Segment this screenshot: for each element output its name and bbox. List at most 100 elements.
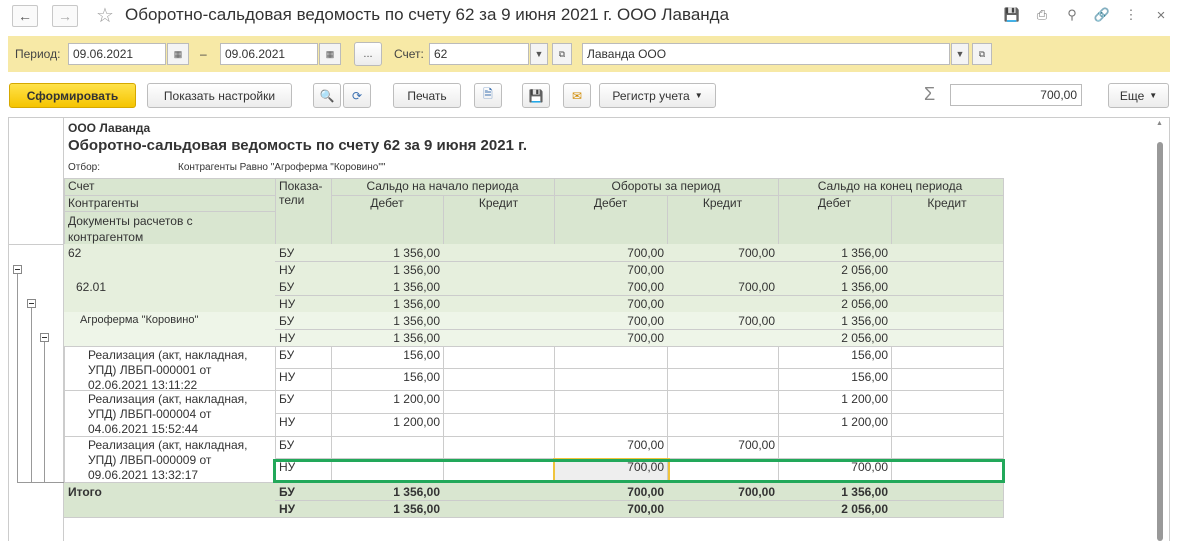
period-select-button[interactable]: ...	[354, 42, 382, 66]
value-cell[interactable]: 1 356,00	[331, 297, 443, 311]
favorite-star-icon[interactable]: ☆	[96, 3, 114, 28]
header-credit: Кредит	[702, 196, 743, 210]
value-cell[interactable]: 700,00	[554, 263, 667, 277]
save-button[interactable]: 💾	[522, 83, 550, 108]
back-button[interactable]: ←	[12, 5, 38, 27]
collapse-62-toggle[interactable]	[13, 265, 22, 274]
header-account: Счет	[68, 179, 95, 193]
value-cell[interactable]: 1 200,00	[778, 415, 891, 429]
value-cell[interactable]: 700,00	[667, 438, 778, 452]
value-cell[interactable]: 700,00	[554, 331, 667, 345]
value-cell[interactable]: 156,00	[331, 370, 443, 384]
value-cell[interactable]: 700,00	[554, 502, 667, 516]
account-input[interactable]: 62	[429, 43, 529, 65]
indicator: БУ	[279, 392, 295, 406]
value-cell[interactable]: 1 356,00	[778, 280, 891, 294]
calendar-icon: ▦	[325, 48, 335, 59]
organization-input[interactable]: Лаванда ООО	[582, 43, 950, 65]
preview-button[interactable]: 🗎	[474, 83, 502, 108]
value-cell[interactable]: 1 200,00	[331, 392, 443, 406]
ledger-dropdown-button[interactable]: Регистр учета ▼	[599, 83, 716, 108]
value-cell[interactable]: 1 356,00	[331, 263, 443, 277]
account-open-button[interactable]: ⧉	[552, 43, 572, 65]
account-dropdown-button[interactable]: ▼	[530, 43, 548, 65]
scrollbar-thumb[interactable]	[1157, 142, 1163, 541]
search-button[interactable]: 🔍	[313, 83, 341, 108]
value-cell[interactable]: 700,00	[554, 314, 667, 328]
value-cell[interactable]: 1 356,00	[778, 246, 891, 260]
value-cell[interactable]: 1 356,00	[331, 502, 443, 516]
grid-line	[64, 178, 65, 518]
value-cell[interactable]: 700,00	[667, 485, 778, 499]
value-cell[interactable]: 700,00	[554, 438, 667, 452]
row-label: 62	[68, 246, 82, 260]
row-label: Агроферма "Коровино"	[80, 314, 199, 326]
sum-field: 700,00	[950, 84, 1082, 106]
value-cell[interactable]: 2 056,00	[778, 297, 891, 311]
header-credit: Кредит	[478, 196, 519, 210]
grid-line	[9, 244, 64, 245]
grid-line	[275, 295, 1003, 296]
scroll-up-icon[interactable]: ▲	[1155, 120, 1164, 127]
indicator: НУ	[279, 331, 296, 345]
grid-line	[64, 195, 275, 196]
more-vertical-icon[interactable]: ⋮	[1122, 6, 1140, 24]
grid-line	[275, 368, 1003, 369]
show-settings-button[interactable]: Показать настройки	[147, 83, 292, 108]
more-button[interactable]: Еще ▼	[1108, 83, 1169, 108]
generate-button[interactable]: Сформировать	[9, 83, 136, 108]
value-cell[interactable]: 1 200,00	[331, 415, 443, 429]
ledger-label: Регистр учета	[612, 88, 690, 103]
date-from-input[interactable]: 09.06.2021	[68, 43, 166, 65]
value-cell[interactable]: 700,00	[667, 246, 778, 260]
value-cell[interactable]: 2 056,00	[778, 331, 891, 345]
preview-icon[interactable]: ⚲	[1063, 6, 1081, 24]
value-cell[interactable]: 700,00	[667, 314, 778, 328]
header-turnover: Обороты за период	[611, 179, 721, 193]
value-cell[interactable]: 700,00	[667, 280, 778, 294]
link-icon[interactable]: 🔗	[1093, 6, 1111, 24]
value-cell[interactable]: 1 200,00	[778, 392, 891, 406]
grid-line	[275, 261, 1003, 262]
value-cell[interactable]: 1 356,00	[331, 314, 443, 328]
value-cell[interactable]: 700,00	[554, 297, 667, 311]
value-cell[interactable]: 1 356,00	[331, 280, 443, 294]
collapse-6201-toggle[interactable]	[27, 299, 36, 308]
value-cell[interactable]: 1 356,00	[778, 485, 891, 499]
row-label: Реализация (акт, накладная, УПД) ЛВБП-00…	[88, 438, 248, 482]
email-button[interactable]: ✉	[563, 83, 591, 108]
report-title: Оборотно-сальдовая ведомость по счету 62…	[68, 137, 528, 154]
arrow-left-icon: ←	[18, 8, 32, 24]
print-icon[interactable]: ⎙	[1033, 6, 1051, 24]
value-cell[interactable]: 700,00	[554, 246, 667, 260]
indicator: НУ	[279, 415, 296, 429]
value-cell[interactable]: 2 056,00	[778, 502, 891, 516]
org-open-button[interactable]: ⧉	[972, 43, 992, 65]
date-to-input[interactable]: 09.06.2021	[220, 43, 318, 65]
chevron-down-icon: ▼	[1149, 91, 1158, 100]
print-button[interactable]: Печать	[393, 83, 461, 108]
value-cell[interactable]: 1 356,00	[331, 485, 443, 499]
org-dropdown-button[interactable]: ▼	[951, 43, 969, 65]
sigma-icon: Σ	[924, 84, 936, 104]
value-cell[interactable]: 156,00	[778, 348, 891, 362]
value-cell[interactable]: 700,00	[554, 280, 667, 294]
value-cell[interactable]: 2 056,00	[778, 263, 891, 277]
value-cell[interactable]: 1 356,00	[331, 331, 443, 345]
forward-button[interactable]: →	[52, 5, 78, 27]
search-refresh-icon: ⟳	[351, 88, 363, 103]
calendar-from-button[interactable]: ▦	[167, 43, 189, 65]
value-cell[interactable]: 1 356,00	[331, 246, 443, 260]
calendar-to-button[interactable]: ▦	[319, 43, 341, 65]
search-clear-button[interactable]: ⟳	[343, 83, 371, 108]
value-cell[interactable]: 156,00	[331, 348, 443, 362]
tree-line	[17, 274, 18, 482]
value-cell[interactable]: 700,00	[554, 485, 667, 499]
value-cell[interactable]: 1 356,00	[778, 314, 891, 328]
save-icon[interactable]: 💾	[1003, 6, 1021, 24]
close-icon[interactable]: ×	[1152, 6, 1170, 24]
collapse-counterparty-toggle[interactable]	[40, 333, 49, 342]
value-cell[interactable]: 156,00	[778, 370, 891, 384]
grid-line	[64, 211, 275, 212]
vertical-scrollbar[interactable]: ▲	[1155, 120, 1164, 541]
